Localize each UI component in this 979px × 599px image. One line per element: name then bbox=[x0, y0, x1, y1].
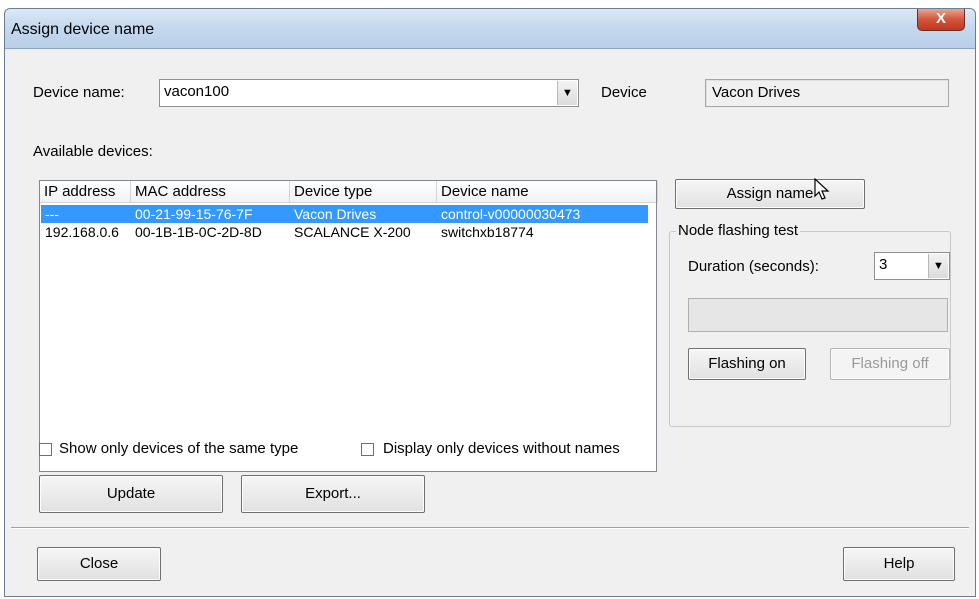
chevron-down-icon[interactable]: ▼ bbox=[557, 81, 577, 105]
close-icon[interactable]: X bbox=[917, 9, 965, 31]
flashing-progress-bar bbox=[688, 298, 948, 332]
available-devices-list[interactable]: IP address MAC address Device type Devic… bbox=[39, 180, 658, 472]
device-name-label: Device name: bbox=[33, 84, 125, 101]
dialog-body: Device name: vacon100 ▼ Device Vacon Dri… bbox=[11, 51, 969, 593]
cell-name: switchxb18774 bbox=[441, 224, 534, 240]
column-device-name[interactable]: Device name bbox=[437, 181, 658, 203]
mouse-pointer-icon bbox=[814, 178, 830, 200]
help-button[interactable]: Help bbox=[843, 547, 955, 581]
device-name-value: vacon100 bbox=[164, 83, 230, 100]
device-type-value: Vacon Drives bbox=[712, 84, 801, 101]
duration-value: 3 bbox=[879, 256, 888, 273]
node-flashing-test-group: Node flashing test Duration (seconds): 3… bbox=[669, 222, 951, 427]
cell-ip: 192.168.0.6 bbox=[45, 224, 119, 240]
device-label: Device bbox=[601, 84, 647, 101]
update-button[interactable]: Update bbox=[39, 475, 223, 513]
cell-mac: 00-21-99-15-76-7F bbox=[135, 206, 253, 222]
table-row[interactable]: --- 00-21-99-15-76-7F Vacon Drives contr… bbox=[41, 205, 648, 223]
column-device-type[interactable]: Device type bbox=[290, 181, 437, 203]
assign-device-name-dialog: Assign device name X Device name: vacon1… bbox=[4, 8, 976, 597]
duration-label: Duration (seconds): bbox=[688, 258, 819, 275]
flashing-on-button[interactable]: Flashing on bbox=[688, 348, 806, 380]
chevron-down-icon[interactable]: ▼ bbox=[928, 254, 948, 278]
duration-select[interactable]: 3 ▼ bbox=[874, 252, 950, 280]
close-button[interactable]: Close bbox=[37, 547, 161, 581]
same-type-label: Show only devices of the same type bbox=[59, 440, 299, 457]
without-names-label: Display only devices without names bbox=[383, 440, 620, 457]
column-mac-address[interactable]: MAC address bbox=[131, 181, 290, 203]
node-flashing-legend: Node flashing test bbox=[676, 222, 801, 239]
cell-type: Vacon Drives bbox=[294, 206, 377, 222]
assign-name-button[interactable]: Assign name bbox=[675, 179, 865, 209]
title-bar[interactable]: Assign device name X bbox=[5, 9, 975, 49]
flashing-off-button[interactable]: Flashing off bbox=[830, 348, 950, 380]
table-row[interactable]: 192.168.0.6 00-1B-1B-0C-2D-8D SCALANCE X… bbox=[41, 223, 648, 241]
window-title: Assign device name bbox=[11, 21, 155, 38]
device-name-combobox[interactable]: vacon100 ▼ bbox=[159, 79, 579, 107]
cell-name: control-v00000030473 bbox=[441, 206, 581, 222]
divider bbox=[11, 527, 969, 529]
column-ip-address[interactable]: IP address bbox=[40, 181, 131, 203]
without-names-checkbox[interactable] bbox=[361, 443, 374, 456]
same-type-checkbox[interactable] bbox=[39, 443, 52, 456]
cell-mac: 00-1B-1B-0C-2D-8D bbox=[135, 224, 262, 240]
cell-type: SCALANCE X-200 bbox=[294, 224, 411, 240]
list-header: IP address MAC address Device type Devic… bbox=[40, 181, 658, 203]
cell-ip: --- bbox=[45, 206, 59, 222]
device-type-field: Vacon Drives bbox=[705, 79, 949, 107]
export-button[interactable]: Export... bbox=[241, 475, 425, 513]
available-devices-label: Available devices: bbox=[33, 143, 153, 160]
